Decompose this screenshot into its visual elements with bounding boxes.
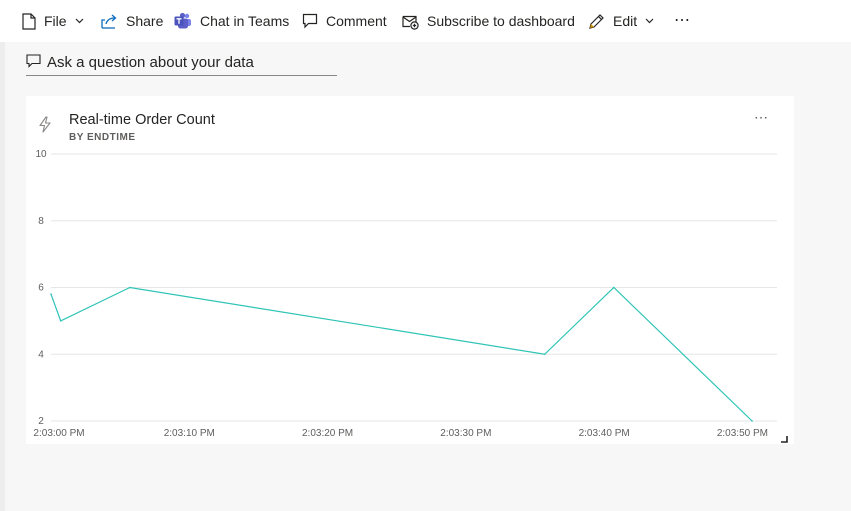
x-tick-label: 2:03:30 PM	[440, 428, 491, 439]
chat-in-teams-button[interactable]: Chat in Teams	[174, 9, 289, 33]
chat-in-teams-label: Chat in Teams	[200, 13, 290, 29]
edit-label: Edit	[613, 13, 638, 29]
share-button[interactable]: Share	[101, 9, 163, 33]
chat-bubble-icon	[26, 53, 41, 72]
x-tick-label: 2:03:40 PM	[579, 428, 630, 439]
comment-label: Comment	[326, 13, 387, 29]
edit-menu[interactable]: Edit	[588, 9, 654, 33]
share-icon	[101, 13, 118, 29]
more-options-label: ⋯	[674, 12, 691, 29]
x-tick-label: 2:03:00 PM	[33, 428, 84, 439]
file-icon	[22, 12, 36, 30]
x-tick-label: 2:03:10 PM	[164, 428, 215, 439]
comment-icon	[302, 13, 318, 29]
toolbar: File Share Chat in Teams Comment Subscri…	[0, 0, 851, 42]
data-point	[50, 293, 52, 295]
resize-handle-icon[interactable]	[780, 430, 788, 443]
data-point	[613, 286, 615, 289]
qa-placeholder: Ask a question about your data	[47, 54, 254, 71]
chevron-down-icon	[75, 18, 84, 24]
teams-icon	[174, 12, 192, 30]
left-edge	[0, 42, 5, 511]
x-tick-label: 2:03:20 PM	[302, 428, 353, 439]
y-tick-label: 2	[38, 416, 44, 427]
pencil-icon	[588, 13, 605, 30]
y-tick-label: 8	[38, 216, 44, 227]
line-chart: 2 4 6 8 10 2:03:00 PM 2:03:10 PM 2:03:20 PM 2:03…	[33, 149, 777, 439]
data-point	[129, 286, 131, 289]
more-options-button[interactable]: ⋯	[674, 8, 691, 32]
chevron-down-icon	[645, 18, 654, 24]
qa-input[interactable]: Ask a question about your data	[26, 50, 337, 76]
file-label: File	[44, 13, 67, 29]
y-tick-label: 6	[38, 283, 44, 294]
dashboard-tile[interactable]: Real-time Order Count BY ENDTIME ⋯ 24681…	[26, 96, 794, 444]
comment-button[interactable]: Comment	[302, 9, 387, 33]
y-tick-label: 10	[35, 149, 47, 160]
y-tick-label: 4	[38, 349, 44, 360]
subscribe-to-dashboard-button[interactable]: Subscribe to dashboard	[402, 9, 575, 33]
x-tick-label: 2:03:50 PM	[717, 428, 768, 439]
subscribe-icon	[402, 13, 419, 30]
subscribe-label: Subscribe to dashboard	[427, 13, 575, 29]
data-point	[543, 353, 546, 356]
file-menu[interactable]: File	[22, 9, 84, 33]
data-point	[59, 320, 62, 322]
data-point	[751, 420, 753, 422]
share-label: Share	[126, 13, 164, 29]
